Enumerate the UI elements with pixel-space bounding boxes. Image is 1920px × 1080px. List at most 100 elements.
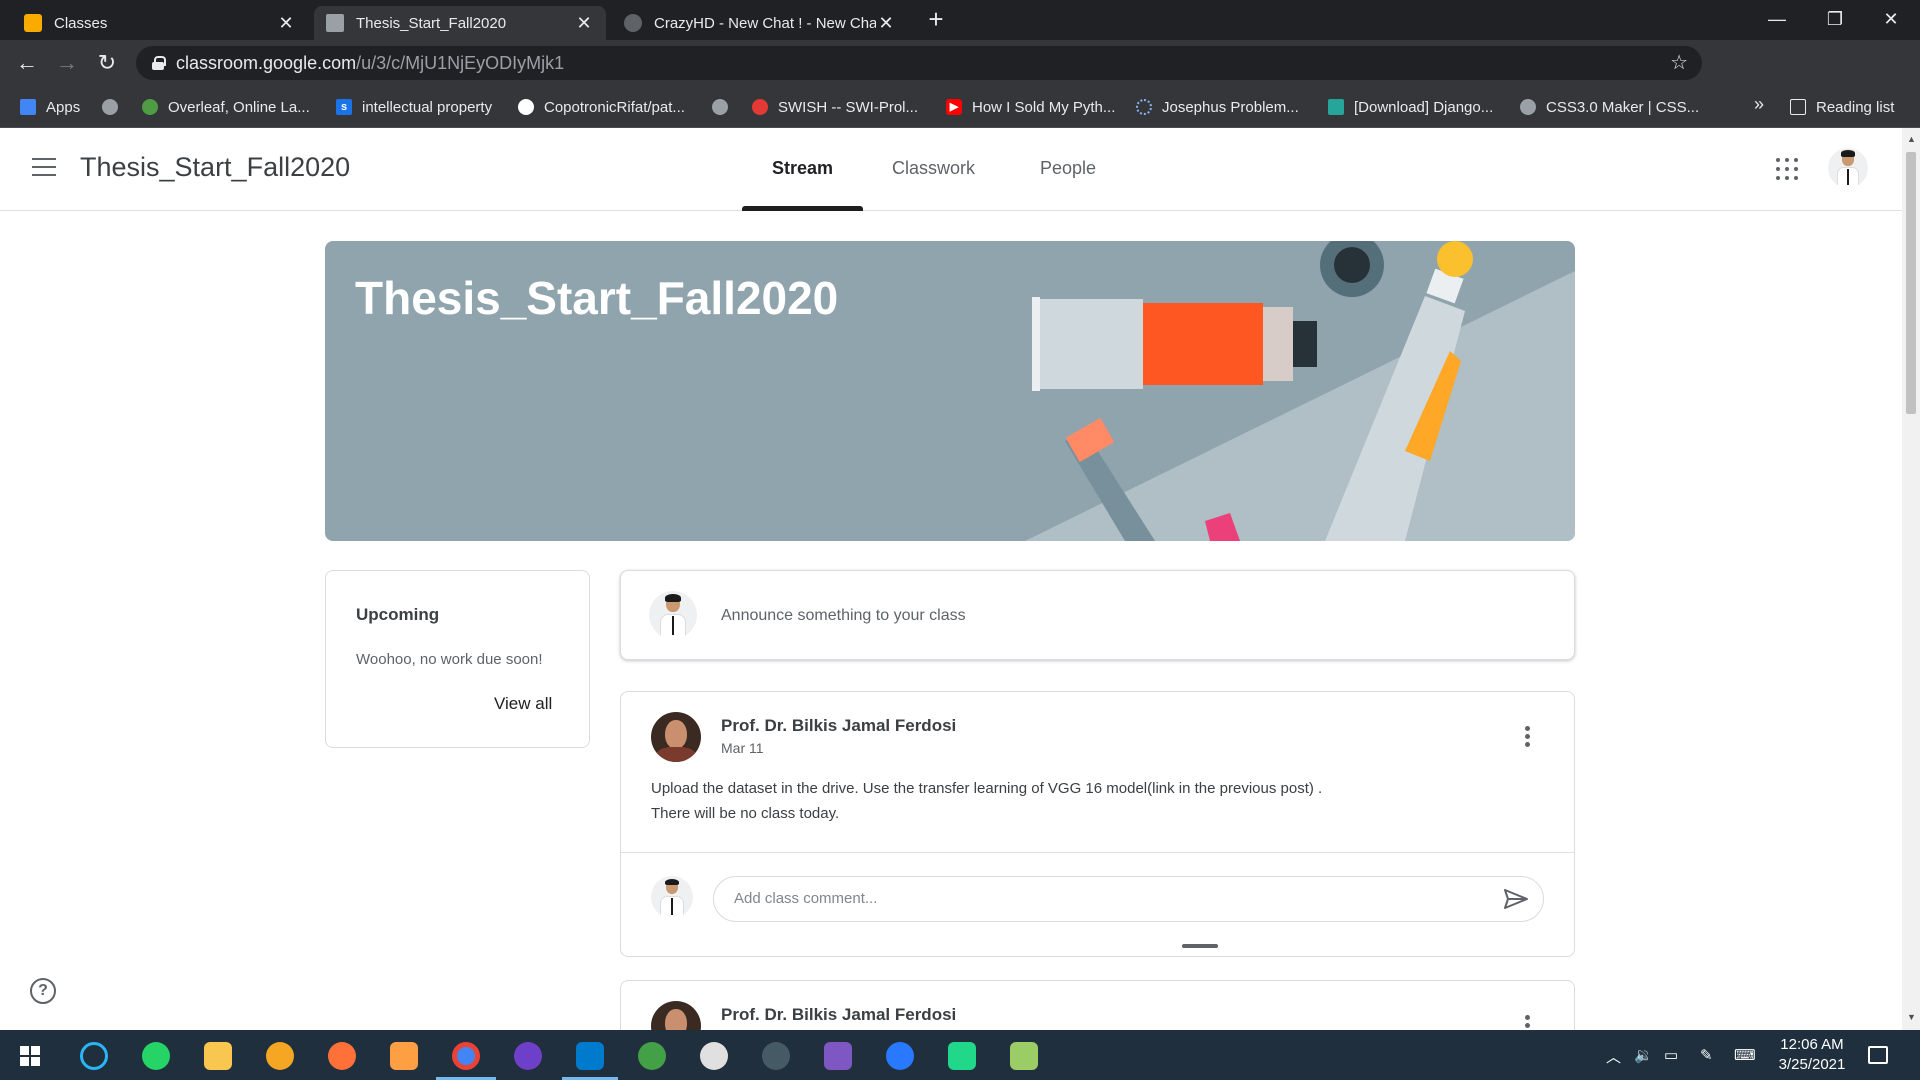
browser-tab-strip: Classes ✕ Thesis_Start_Fall2020 ✕ CrazyH… — [0, 0, 1920, 40]
visual-studio-icon[interactable] — [824, 1042, 852, 1070]
tab-crazyhd[interactable]: CrazyHD - New Chat ! - New Cha ✕ — [612, 6, 908, 40]
view-all-link[interactable]: View all — [494, 694, 552, 714]
class-title[interactable]: Thesis_Start_Fall2020 — [80, 152, 350, 183]
back-arrow-icon[interactable]: ← — [10, 46, 44, 80]
upcoming-title: Upcoming — [356, 605, 440, 624]
overleaf-icon — [142, 99, 158, 115]
loading-icon — [1136, 99, 1152, 115]
bookmark-star-icon[interactable]: ☆ — [1670, 50, 1688, 75]
reading-list-label: Reading list — [1816, 98, 1895, 116]
post-date[interactable]: Mar 11 — [721, 740, 764, 756]
firefox-icon[interactable] — [328, 1042, 356, 1070]
messenger-icon[interactable] — [886, 1042, 914, 1070]
close-tab-icon[interactable]: ✕ — [276, 13, 296, 34]
reading-list-button[interactable]: Reading list — [1790, 96, 1894, 118]
app-icon[interactable] — [700, 1042, 728, 1070]
new-tab-button[interactable]: + — [922, 6, 950, 34]
bookmark-intellectual-property[interactable]: s intellectual property — [336, 96, 492, 118]
active-tab-indicator — [742, 206, 863, 211]
bookmarks-bar: Apps Overleaf, Online La... s intellectu… — [0, 86, 1920, 128]
app-icon[interactable] — [762, 1042, 790, 1070]
page-scrollbar[interactable]: ▲ ▼ — [1902, 128, 1920, 1030]
file-explorer-icon[interactable] — [204, 1042, 232, 1070]
network-icon[interactable]: ▭ — [1664, 1046, 1678, 1064]
bookmark-github[interactable]: CopotronicRifat/pat... — [518, 96, 685, 118]
post-options-icon[interactable] — [1525, 1015, 1531, 1030]
bookmark-label: CopotronicRifat/pat... — [544, 98, 685, 116]
forward-arrow-icon[interactable]: → — [50, 46, 84, 80]
banner-class-title[interactable]: Thesis_Start_Fall2020 — [355, 271, 838, 325]
account-avatar[interactable] — [1828, 148, 1868, 188]
bookmark-django[interactable]: [Download] Django... — [1328, 96, 1493, 118]
reload-icon[interactable]: ↻ — [90, 46, 124, 80]
bookmark-swish[interactable]: SWISH -- SWI-Prol... — [752, 96, 918, 118]
resize-handle[interactable] — [1182, 944, 1218, 948]
app-icon[interactable] — [638, 1042, 666, 1070]
clock-date: 3/25/2021 — [1778, 1056, 1846, 1073]
tab-stream[interactable]: Stream — [772, 158, 833, 179]
apps-grid-icon — [20, 99, 36, 115]
bookmark-css-maker[interactable]: CSS3.0 Maker | CSS... — [1520, 96, 1699, 118]
bookmarks-overflow-button[interactable]: » — [1754, 94, 1764, 115]
bookmark-youtube[interactable]: ▶ How I Sold My Pyth... — [946, 96, 1115, 118]
send-icon[interactable] — [1503, 888, 1529, 910]
scroll-down-arrow-icon[interactable]: ▼ — [1907, 1012, 1916, 1022]
bookmark-overleaf[interactable]: Overleaf, Online La... — [142, 96, 310, 118]
volume-icon[interactable]: 🔉 — [1634, 1046, 1653, 1064]
scroll-up-arrow-icon[interactable]: ▲ — [1907, 134, 1916, 144]
bookmark-apps[interactable]: Apps — [20, 96, 80, 118]
restore-button[interactable]: ❐ — [1806, 0, 1864, 40]
bookmark-josephus[interactable]: Josephus Problem... — [1136, 96, 1299, 118]
vscode-icon[interactable] — [576, 1042, 604, 1070]
class-comment-input[interactable]: Add class comment... — [713, 876, 1544, 922]
bookmark-globe[interactable] — [712, 96, 738, 118]
notification-center-icon[interactable] — [1868, 1046, 1888, 1064]
tab-thesis-start[interactable]: Thesis_Start_Fall2020 ✕ — [314, 6, 606, 40]
pycharm-icon[interactable] — [948, 1042, 976, 1070]
close-tab-icon[interactable]: ✕ — [876, 13, 896, 34]
bookmark-globe[interactable] — [102, 96, 128, 118]
pen-icon[interactable]: ✎ — [1700, 1046, 1713, 1064]
app-icon[interactable] — [266, 1042, 294, 1070]
tab-title: CrazyHD - New Chat ! - New Cha — [654, 14, 876, 32]
tab-classes[interactable]: Classes ✕ — [12, 6, 308, 40]
commenter-avatar — [651, 876, 693, 918]
stream-post: Prof. Dr. Bilkis Jamal Ferdosi — [620, 980, 1575, 1030]
main-menu-icon[interactable] — [32, 158, 56, 178]
whatsapp-icon[interactable] — [142, 1042, 170, 1070]
close-tab-icon[interactable]: ✕ — [574, 13, 594, 34]
bookmark-label: How I Sold My Pyth... — [972, 98, 1116, 116]
bookmark-label: [Download] Django... — [1354, 98, 1494, 116]
close-window-button[interactable]: ✕ — [1862, 0, 1920, 40]
stream-post: Prof. Dr. Bilkis Jamal Ferdosi Mar 11 Up… — [620, 691, 1575, 957]
minimize-button[interactable]: — — [1748, 0, 1806, 40]
app-icon[interactable] — [80, 1042, 108, 1070]
app-icon[interactable] — [390, 1042, 418, 1070]
reading-list-icon — [1790, 99, 1806, 115]
scrollbar-thumb[interactable] — [1906, 152, 1916, 414]
announce-box[interactable]: Announce something to your class — [620, 570, 1575, 660]
help-icon[interactable]: ? — [30, 978, 56, 1004]
post-options-icon[interactable] — [1525, 726, 1531, 748]
globe-icon — [1520, 99, 1536, 115]
post-body-line: Upload the dataset in the drive. Use the… — [651, 780, 1323, 797]
windows-start-icon[interactable] — [20, 1046, 40, 1066]
classroom-page: Thesis_Start_Fall2020 Stream Classwork P… — [0, 128, 1902, 1030]
url-path: /u/3/c/MjU1NjEyODIyMjk1 — [356, 52, 565, 73]
keyboard-icon[interactable]: ⌨ — [1734, 1046, 1756, 1064]
chrome-icon[interactable] — [452, 1042, 480, 1070]
tab-people[interactable]: People — [1040, 158, 1096, 179]
globe-favicon-icon — [624, 14, 642, 32]
tray-overflow-icon[interactable]: ︿ — [1606, 1046, 1621, 1067]
system-clock[interactable]: 12:06 AM 3/25/2021 — [1774, 1035, 1850, 1075]
bookmark-label: Josephus Problem... — [1162, 98, 1299, 116]
windows-taskbar: ︿ 🔉 ▭ ✎ ⌨ 12:06 AM 3/25/2021 — [0, 1030, 1920, 1080]
upcoming-message: Woohoo, no work due soon! — [356, 651, 543, 668]
github-desktop-icon[interactable] — [514, 1042, 542, 1070]
classroom-app-bar: Thesis_Start_Fall2020 Stream Classwork P… — [0, 128, 1902, 211]
author-avatar — [651, 712, 701, 762]
google-apps-icon[interactable] — [1776, 158, 1798, 180]
tab-classwork[interactable]: Classwork — [892, 158, 975, 179]
address-bar[interactable]: classroom.google.com/u/3/c/MjU1NjEyODIyM… — [136, 46, 1702, 80]
app-icon[interactable] — [1010, 1042, 1038, 1070]
